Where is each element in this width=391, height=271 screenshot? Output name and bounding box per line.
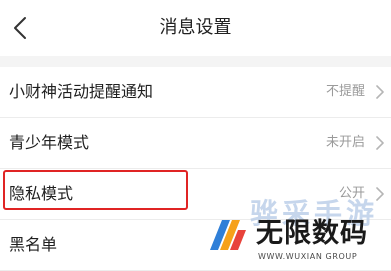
setting-row-teen-mode[interactable]: 青少年模式 未开启 [0,118,391,169]
setting-value: 不提醒 [325,84,365,99]
setting-label: 黑名单 [9,235,58,254]
chevron-right-icon [375,84,385,100]
highlight-box [3,170,188,210]
section-gap [0,56,391,67]
setting-label: 青少年模式 [9,133,90,152]
page-title: 消息设置 [159,17,232,38]
chevron-right-icon [375,135,385,151]
watermark-subtitle: WWW.WUXIAN GROUP [258,252,358,261]
nav-bar: 消息设置 [0,0,391,56]
setting-row-activity-notification[interactable]: 小财神活动提醒通知 不提醒 [0,67,391,118]
brand-logo-icon [210,220,246,250]
watermark: 骅采手游 无限数码 WWW.WUXIAN GROUP [200,196,391,269]
watermark-title: 无限数码 [256,218,368,249]
setting-value: 未开启 [325,135,365,150]
setting-label: 小财神活动提醒通知 [9,82,154,101]
